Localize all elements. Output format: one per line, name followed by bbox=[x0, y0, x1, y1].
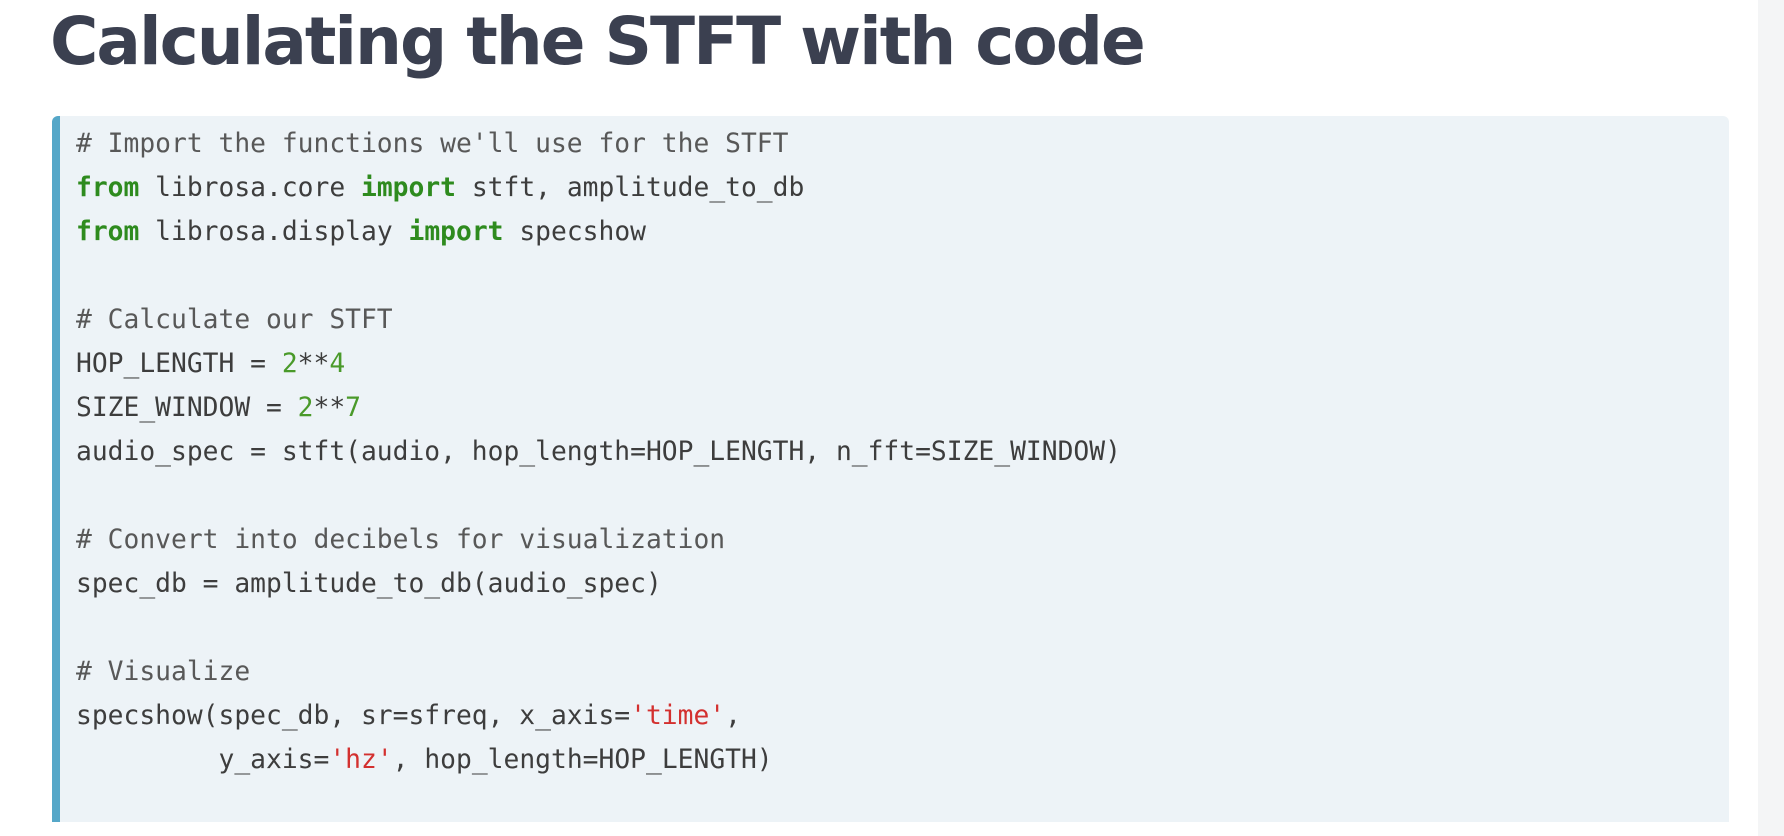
code-text: librosa.core bbox=[139, 173, 361, 203]
code-text: y_axis= bbox=[76, 745, 330, 775]
code-line-11: spec_db = amplitude_to_db(audio_spec) bbox=[76, 562, 662, 606]
code-comment: # Import the functions we'll use for the… bbox=[76, 129, 789, 159]
code-number: 2 bbox=[281, 349, 298, 379]
code-comment: # Convert into decibels for visualizatio… bbox=[76, 525, 726, 555]
code-line-15: y_axis='hz', hop_length=HOP_LENGTH) bbox=[76, 738, 773, 782]
code-text: SIZE_WINDOW = bbox=[76, 393, 298, 423]
code-text: specshow(spec_db, sr=sfreq, x_axis= bbox=[76, 701, 631, 731]
code-line-1: # Import the functions we'll use for the… bbox=[76, 122, 788, 166]
code-operator: ** bbox=[313, 393, 346, 423]
scrollbar-track[interactable] bbox=[1758, 0, 1784, 836]
code-line-2: from librosa.core import stft, amplitude… bbox=[76, 166, 804, 210]
code-line-7: SIZE_WINDOW = 2**7 bbox=[76, 386, 361, 430]
code-number: 4 bbox=[329, 349, 346, 379]
code-text: stft, amplitude_to_db bbox=[456, 173, 805, 203]
code-line-10: # Convert into decibels for visualizatio… bbox=[76, 518, 725, 562]
code-text: HOP_LENGTH = bbox=[76, 349, 282, 379]
code-keyword: from bbox=[76, 217, 140, 247]
code-number: 7 bbox=[345, 393, 362, 423]
code-text: specshow bbox=[503, 217, 646, 247]
code-line-6: HOP_LENGTH = 2**4 bbox=[76, 342, 345, 386]
code-string: 'time' bbox=[630, 701, 726, 731]
code-keyword: import bbox=[361, 173, 456, 203]
code-comment: # Calculate our STFT bbox=[76, 305, 393, 335]
code-comment: # Visualize bbox=[76, 657, 251, 687]
code-line-14: specshow(spec_db, sr=sfreq, x_axis='time… bbox=[76, 694, 741, 738]
code-number: 2 bbox=[297, 393, 314, 423]
code-line-3: from librosa.display import specshow bbox=[76, 210, 646, 254]
code-text: spec_db = amplitude_to_db(audio_spec) bbox=[76, 569, 662, 599]
code-keyword: from bbox=[76, 173, 140, 203]
code-block[interactable]: # Import the functions we'll use for the… bbox=[52, 116, 1729, 822]
page-title: Calculating the STFT with code bbox=[50, 3, 1146, 80]
code-keyword: import bbox=[408, 217, 504, 247]
code-text: audio_spec = stft(audio, hop_length=HOP_… bbox=[76, 437, 1121, 467]
code-text: , bbox=[725, 701, 741, 731]
code-line-8: audio_spec = stft(audio, hop_length=HOP_… bbox=[76, 430, 1121, 474]
code-text: , hop_length=HOP_LENGTH) bbox=[392, 745, 773, 775]
code-string: 'hz' bbox=[329, 745, 393, 775]
code-operator: ** bbox=[297, 349, 330, 379]
code-line-13: # Visualize bbox=[76, 650, 250, 694]
code-text: librosa.display bbox=[139, 217, 409, 247]
code-line-5: # Calculate our STFT bbox=[76, 298, 393, 342]
